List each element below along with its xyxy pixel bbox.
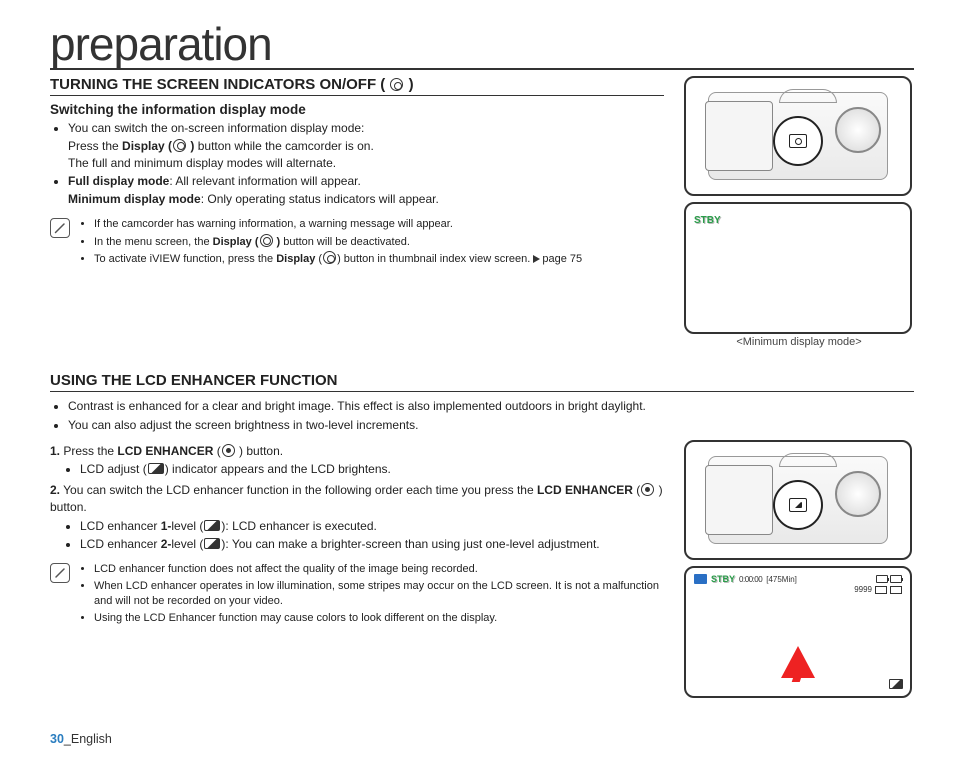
sd-card-icon [694, 574, 707, 584]
figure-camcorder-display [684, 76, 912, 196]
lcd-level2-icon [204, 538, 220, 549]
section1-subheading: Switching the information display mode [50, 102, 664, 117]
step2-sub2: LCD enhancer 2-level ( ): You can make a … [80, 536, 664, 553]
text: ): You can make a brighter-screen than u… [221, 537, 599, 551]
lcd-level1-icon [204, 520, 220, 531]
step-num: 1. [50, 444, 60, 458]
display-button-icon [390, 78, 403, 91]
lcd-enhancer-indicator-icon [889, 679, 903, 689]
lcd-enhancer-button-icon [222, 444, 235, 457]
page-number: 30 [50, 732, 64, 746]
battery-icon [876, 575, 902, 583]
text: ( [633, 483, 640, 497]
lcd-enhancer-button-icon [641, 483, 654, 496]
display-button-icon [173, 139, 186, 152]
note2-item: When LCD enhancer operates in low illumi… [94, 579, 664, 610]
text: 2- [161, 537, 172, 551]
section1-heading: TURNING THE SCREEN INDICATORS ON/OFF ( ) [50, 76, 664, 96]
text: Press the [68, 139, 122, 153]
arrow-right-icon [533, 255, 540, 263]
figure-lcd-full: STBY 0:00:00 [475Min] 9999 [684, 566, 912, 698]
step-1: 1. Press the LCD ENHANCER ( ) button. LC… [50, 443, 664, 479]
text: LCD enhancer [80, 537, 161, 551]
text: Full display mode [68, 174, 169, 188]
step2-sub1: LCD enhancer 1-level ( ): LCD enhancer is… [80, 518, 664, 535]
text: button while the camcorder is on. [194, 139, 373, 153]
text: You can switch the LCD enhancer function… [60, 483, 537, 497]
text: ) button. [236, 444, 283, 458]
text: Display ( [213, 236, 259, 248]
page-title: preparation [50, 20, 914, 70]
text: The full and minimum display modes will … [68, 156, 336, 170]
text: In the menu screen, the [94, 236, 213, 248]
s1-bullet-1: You can switch the on-screen information… [68, 120, 664, 172]
note2-item: Using the LCD Enhancer function may caus… [94, 611, 664, 626]
stby-indicator: STBY [711, 574, 735, 584]
step1-sub: LCD adjust ( ) indicator appears and the … [80, 461, 664, 478]
callout-display-button [773, 116, 823, 166]
text: To activate iVIEW function, press the [94, 253, 276, 265]
text: page 75 [542, 253, 582, 265]
note-box-2: LCD enhancer function does not affect th… [50, 561, 664, 627]
section2-heading: USING THE LCD ENHANCER FUNCTION [50, 372, 914, 392]
text: : Only operating status indicators will … [201, 192, 439, 206]
step-num: 2. [50, 483, 60, 497]
note1-item: To activate iVIEW function, press the Di… [94, 251, 582, 267]
note-icon [50, 218, 70, 238]
text: level ( [171, 519, 203, 533]
note2-item: LCD enhancer function does not affect th… [94, 562, 664, 577]
display-button-icon [323, 251, 336, 264]
quality-icon [890, 586, 902, 594]
stby-indicator: STBY [694, 215, 721, 226]
remaining-time: [475Min] [766, 575, 797, 584]
note-icon [50, 563, 70, 583]
text: ) indicator appears and the LCD brighten… [165, 462, 391, 476]
text: Minimum display mode [68, 192, 201, 206]
display-button-icon [260, 234, 273, 247]
section1-heading-suffix: ) [409, 76, 414, 93]
text: LCD adjust ( [80, 462, 147, 476]
callout-lcd-enhancer-button [773, 480, 823, 530]
note1-item: If the camcorder has warning information… [94, 217, 582, 232]
note1-item: In the menu screen, the Display ( ) butt… [94, 234, 582, 250]
figure1-caption: <Minimum display mode> [684, 336, 914, 348]
page-footer: 30_English [50, 732, 112, 746]
text: ): LCD enhancer is executed. [221, 519, 376, 533]
text: button will be deactivated. [280, 236, 410, 248]
section1-heading-prefix: TURNING THE SCREEN INDICATORS ON/OFF ( [50, 76, 385, 93]
step-2: 2. You can switch the LCD enhancer funct… [50, 482, 664, 554]
footer-sep: _ [64, 732, 71, 746]
timecode: 0:00:00 [739, 575, 762, 584]
s1-bullet-2: Full display mode: All relevant informat… [68, 173, 664, 208]
photo-count: 9999 [854, 585, 872, 594]
resolution-icon [875, 586, 887, 594]
text: 1- [161, 519, 172, 533]
text: LCD ENHANCER [117, 444, 213, 458]
text: : All relevant information will appear. [169, 174, 360, 188]
footer-language: English [71, 732, 112, 746]
note-box-1: If the camcorder has warning information… [50, 216, 664, 268]
lcd-adjust-icon [148, 463, 164, 474]
figure-camcorder-lcd-enhancer [684, 440, 912, 560]
text: Display [276, 253, 315, 265]
figure-lcd-minimum: STBY [684, 202, 912, 334]
red-pointer-arrow-icon [781, 646, 815, 678]
s2-intro-1: Contrast is enhanced for a clear and bri… [68, 398, 914, 415]
text: You can switch the on-screen information… [68, 121, 364, 135]
text: ( [315, 253, 322, 265]
text: ( [213, 444, 220, 458]
s2-intro-2: You can also adjust the screen brightnes… [68, 417, 914, 434]
text: LCD enhancer [80, 519, 161, 533]
text: Display ( [122, 139, 172, 153]
text: LCD ENHANCER [537, 483, 633, 497]
text: ) button in thumbnail index view screen. [337, 253, 533, 265]
text: Press the [60, 444, 117, 458]
text: level ( [171, 537, 203, 551]
